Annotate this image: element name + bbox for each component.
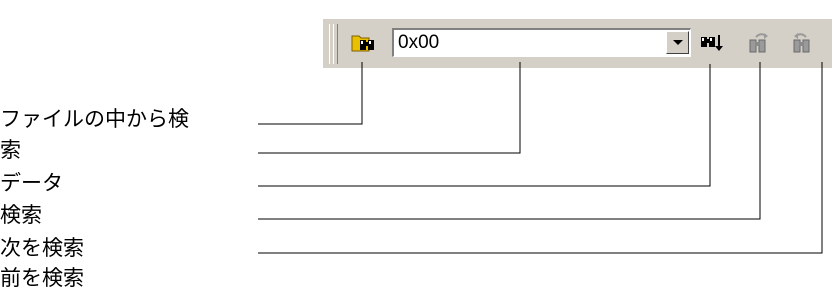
callout-line-find-previous [258, 62, 823, 254]
label-find-data-line1: データ [0, 171, 63, 195]
label-find-previous: 前を検索 [0, 266, 84, 290]
callout-line-find-data [258, 64, 711, 187]
callout-line-find-in-file [258, 62, 363, 125]
label-find-in-file-line1: ファイルの中から検 [0, 107, 189, 131]
label-find-next: 次を検索 [0, 236, 84, 260]
label-find-data-line2: 検索 [0, 203, 42, 227]
callout-lines [258, 62, 823, 254]
callout-line-search-field [258, 62, 521, 154]
label-find-in-file-line2: 索 [0, 138, 21, 162]
callout-line-find-next [258, 62, 761, 220]
